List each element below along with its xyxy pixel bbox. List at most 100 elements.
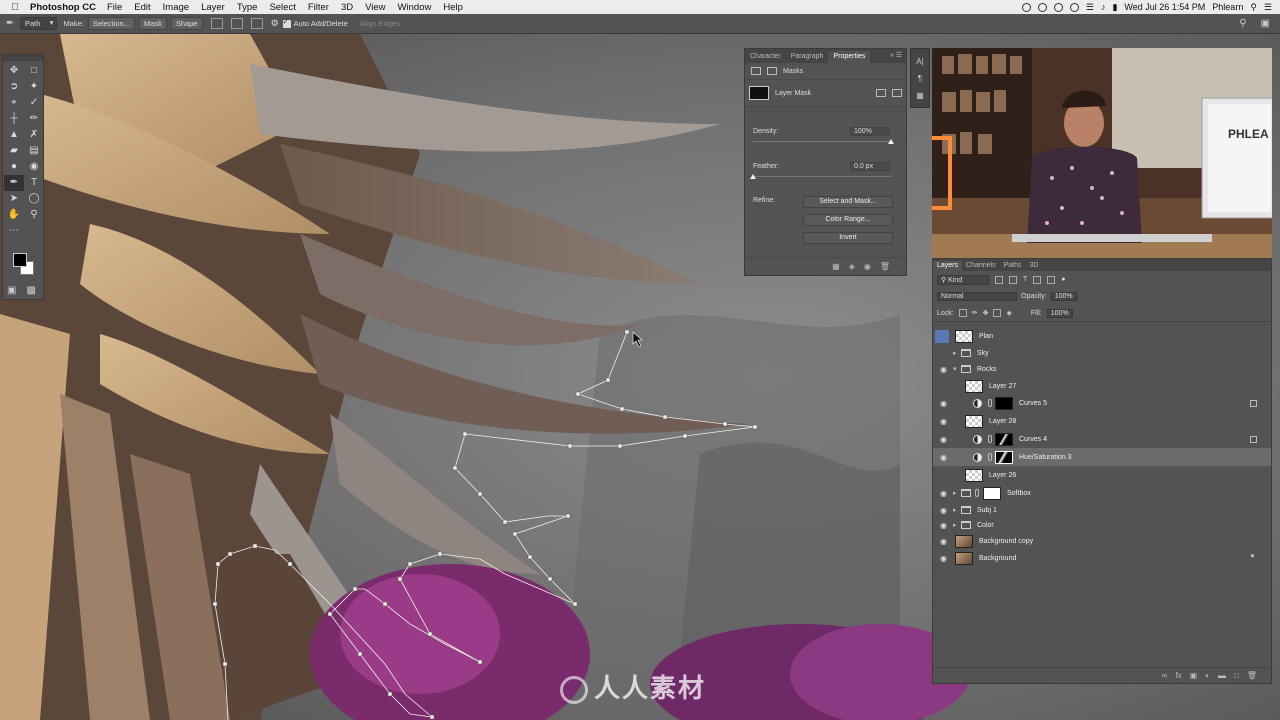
feather-slider[interactable]	[750, 174, 891, 179]
delete-mask-icon[interactable]: 🗑	[880, 262, 890, 271]
foreground-color-swatch[interactable]	[13, 253, 27, 267]
density-value[interactable]: 100%	[850, 127, 890, 136]
feather-slider-handle[interactable]	[750, 174, 756, 179]
mask-thumbnail[interactable]	[995, 432, 1013, 446]
fill-input[interactable]: 100%	[1046, 308, 1073, 318]
layer-row-layer-28[interactable]: ◉ Layer 28	[933, 412, 1271, 430]
search-icon[interactable]: ⚲	[1239, 18, 1246, 29]
chain-link-icon[interactable]	[988, 435, 992, 443]
tab-channels[interactable]: Channels	[962, 261, 1000, 271]
marquee-tool-icon[interactable]: □	[24, 63, 44, 79]
screen-mode-icon[interactable]: ▩	[26, 285, 35, 296]
path-arrangement-icon[interactable]	[250, 18, 263, 29]
vector-mask-icon[interactable]	[767, 67, 777, 75]
user-menu[interactable]: Phlearn	[1212, 2, 1243, 12]
density-slider-handle[interactable]	[888, 139, 894, 144]
menu-file[interactable]: File	[107, 2, 122, 13]
tab-layers[interactable]: Layers	[933, 261, 963, 271]
wifi-icon[interactable]: ☰	[1086, 2, 1094, 13]
character-panel-icon[interactable]: A|	[916, 57, 923, 66]
group-expand-arrow-icon[interactable]: ▸	[953, 506, 957, 514]
layer-row-hue-saturation-3[interactable]: ◉ Hue/Saturation 3	[933, 448, 1271, 466]
load-selection-icon[interactable]: ▦	[832, 262, 840, 271]
volume-icon[interactable]: ♪	[1101, 2, 1106, 12]
filter-smart-object-icon[interactable]	[1047, 275, 1056, 284]
type-tool-icon[interactable]: T	[24, 175, 44, 191]
new-group-icon[interactable]: ▬	[1218, 671, 1226, 680]
invert-button[interactable]: Invert	[803, 232, 893, 244]
tab-paths[interactable]: Paths	[1000, 261, 1026, 271]
pen-tool-icon[interactable]: ✒	[4, 175, 24, 191]
quick-selection-tool-icon[interactable]: ✦	[24, 79, 44, 95]
lock-transparent-icon[interactable]	[958, 309, 967, 317]
menu-view[interactable]: View	[365, 2, 385, 13]
move-tool-icon[interactable]: ✥	[4, 63, 24, 79]
filter-toggle-icon[interactable]: ●	[1061, 276, 1065, 283]
history-brush-tool-icon[interactable]: ✗	[24, 127, 44, 143]
group-collapse-arrow-icon[interactable]: ▾	[953, 365, 957, 373]
eye-icon[interactable]: ◉	[939, 489, 948, 498]
eye-icon[interactable]: ◉	[939, 417, 948, 426]
mask-thumbnail[interactable]	[995, 396, 1013, 410]
make-selection-button[interactable]: Selection...	[87, 17, 135, 30]
select-and-mask-button[interactable]: Select and Mask...	[803, 196, 893, 208]
lasso-tool-icon[interactable]: ➲	[4, 79, 24, 95]
filter-adjustment-icon[interactable]	[1009, 275, 1017, 284]
layer-row-plan[interactable]: Plan	[933, 327, 1271, 345]
eyedropper-tool-icon[interactable]: ✓	[24, 95, 44, 111]
layer-row-background[interactable]: ◉ Background ●	[933, 549, 1271, 567]
path-operations-icon[interactable]	[210, 18, 223, 29]
align-edges-option[interactable]: Align Edges	[360, 19, 400, 28]
app-menu[interactable]: Photoshop CC	[30, 2, 96, 13]
visibility-off-slot[interactable]	[935, 329, 949, 343]
layer-row-layer-26[interactable]: Layer 26	[933, 466, 1271, 484]
panel-menu-icon[interactable]: » ☰	[890, 51, 902, 59]
healing-brush-tool-icon[interactable]: ┼	[4, 111, 24, 127]
time-machine-icon[interactable]	[1069, 2, 1079, 12]
chain-link-icon[interactable]	[975, 489, 979, 497]
dropbox-icon[interactable]	[1053, 2, 1063, 12]
density-slider[interactable]	[753, 139, 894, 144]
lock-image-icon[interactable]: ✏	[972, 309, 978, 317]
layer-row-curves-5[interactable]: ◉ Curves 5	[933, 394, 1271, 412]
pixel-mask-icon[interactable]	[751, 67, 761, 75]
tab-properties[interactable]: Properties	[828, 51, 871, 63]
lock-artboard-icon[interactable]	[993, 309, 1002, 317]
toggle-mask-visibility-icon[interactable]: ◉	[864, 262, 871, 271]
more-tools-icon[interactable]: ⋯	[4, 223, 24, 239]
creative-cloud-icon[interactable]	[1037, 2, 1047, 12]
clone-stamp-tool-icon[interactable]: ▲	[4, 127, 24, 143]
workspace-icon[interactable]: ▣	[1261, 18, 1270, 29]
tab-character[interactable]: Character	[745, 51, 786, 63]
properties-panel-icon[interactable]: ▦	[916, 91, 924, 100]
lock-position-icon[interactable]: ✥	[983, 309, 989, 317]
delete-layer-icon[interactable]: 🗑	[1247, 671, 1257, 680]
eye-icon[interactable]: ◉	[939, 521, 948, 530]
pen-mode-select[interactable]: Path	[20, 17, 58, 30]
new-adjustment-layer-icon[interactable]: ◐	[1205, 671, 1210, 680]
filter-pixel-icon[interactable]	[995, 275, 1003, 284]
filter-type-icon[interactable]: T	[1023, 276, 1027, 283]
gear-icon[interactable]: ⚙	[271, 18, 279, 29]
eye-icon[interactable]: ◉	[939, 537, 948, 546]
layer-row-layer-27[interactable]: Layer 27	[933, 377, 1271, 395]
add-pixel-mask-icon[interactable]	[876, 89, 886, 97]
layer-filter-kind-select[interactable]: ⚲ Kind	[937, 274, 989, 285]
menu-layer[interactable]: Layer	[201, 2, 225, 13]
chain-link-icon[interactable]	[988, 453, 992, 461]
eye-icon[interactable]: ◉	[939, 365, 948, 374]
brush-tool-icon[interactable]: ✏	[24, 111, 44, 127]
make-mask-button[interactable]: Mask	[138, 17, 167, 30]
layer-row-softbox[interactable]: ◉ ▸ Softbox	[933, 484, 1271, 502]
mask-thumbnail[interactable]	[995, 450, 1013, 464]
menu-window[interactable]: Window	[398, 2, 432, 13]
dodge-tool-icon[interactable]: ◉	[24, 159, 44, 175]
quick-mask-icon[interactable]: ▣	[7, 285, 16, 296]
menu-help[interactable]: Help	[443, 2, 463, 13]
layer-style-fx-icon[interactable]: fx	[1175, 671, 1181, 680]
link-layers-icon[interactable]: ∞	[1162, 671, 1168, 680]
eye-icon[interactable]: ◉	[939, 399, 948, 408]
menu-edit[interactable]: Edit	[134, 2, 150, 13]
group-expand-arrow-icon[interactable]: ▸	[953, 489, 957, 497]
lock-all-icon[interactable]: ◈	[1006, 309, 1011, 317]
